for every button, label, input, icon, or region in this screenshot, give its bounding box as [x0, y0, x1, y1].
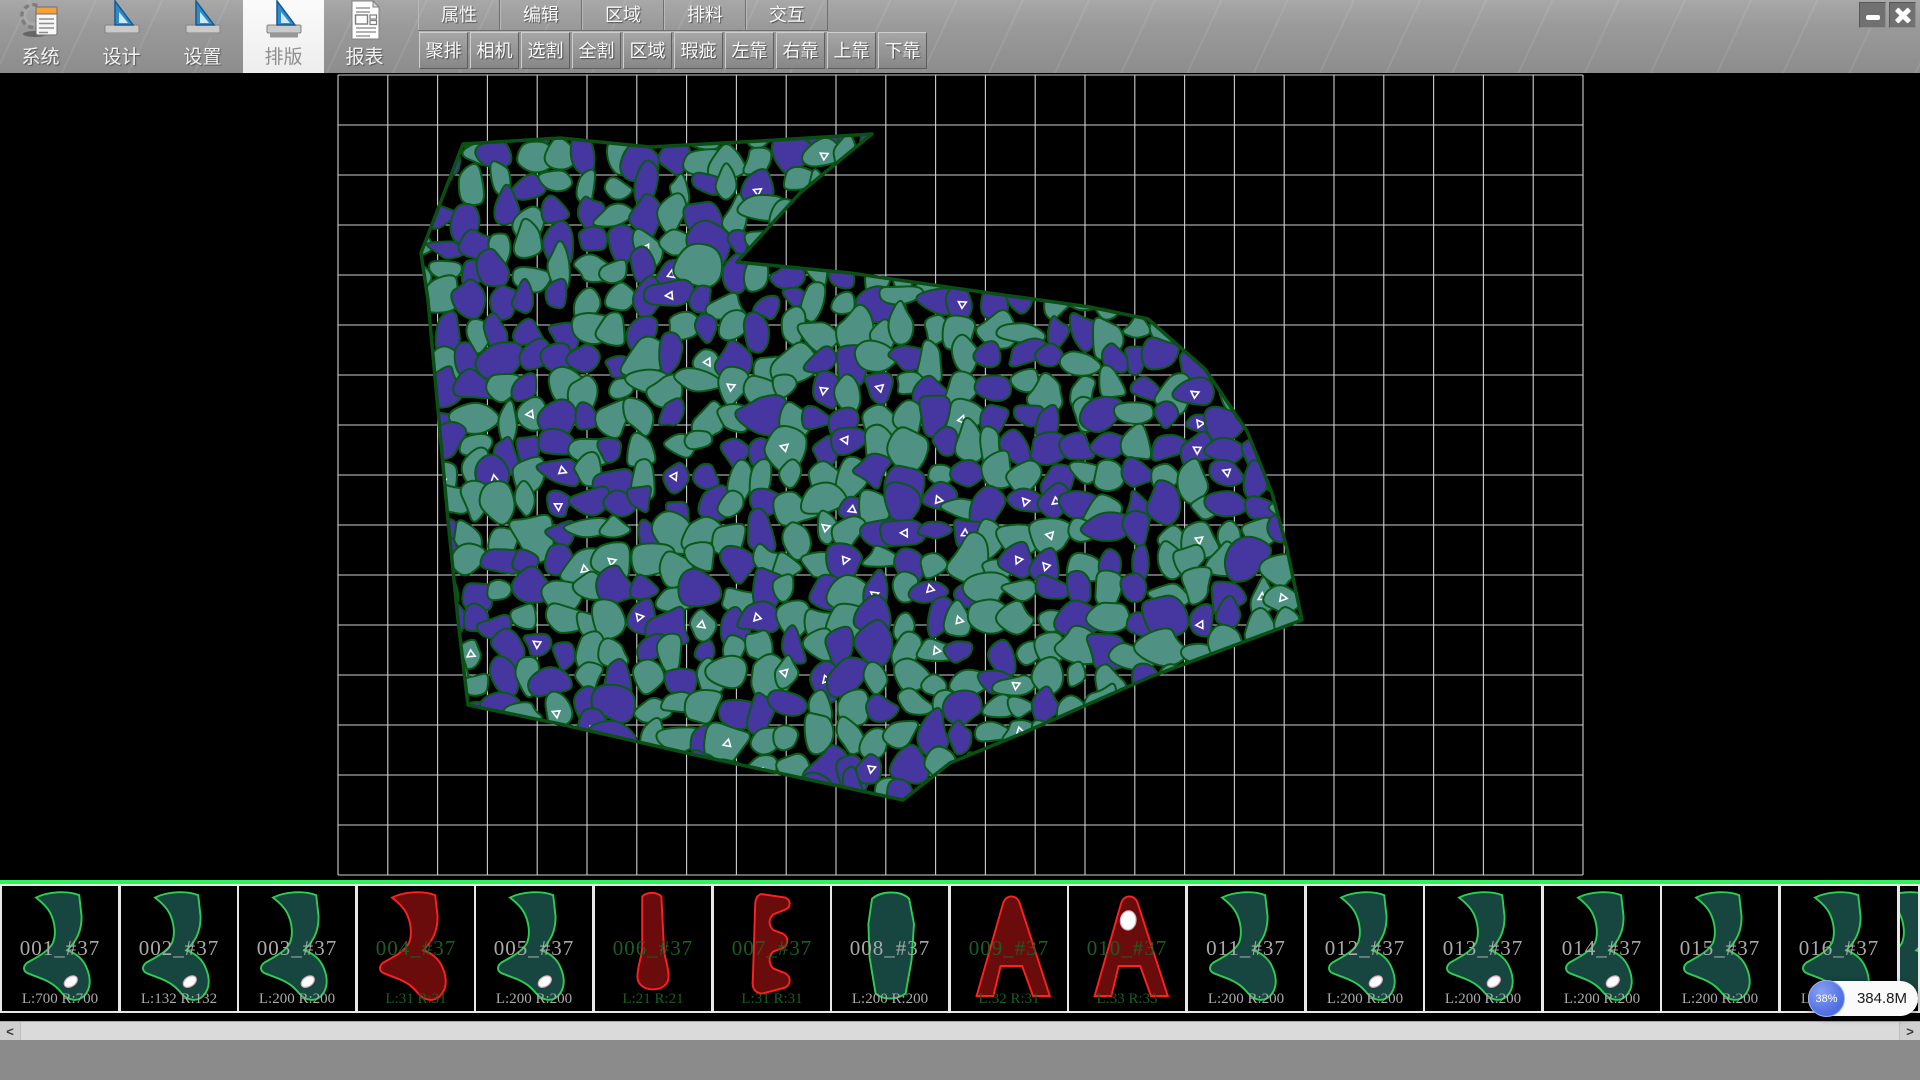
- progress-percent: 38%: [1808, 980, 1845, 1017]
- tab-design[interactable]: 设计: [81, 0, 162, 73]
- strip-top-border: [0, 880, 1920, 884]
- piece-lr-count: L:200 R:200: [1307, 991, 1423, 1008]
- menu-item-4[interactable]: 交互: [746, 0, 828, 30]
- system-icon: [19, 0, 63, 47]
- menu-bar: 属性编辑区域排料交互: [418, 0, 828, 31]
- piece-id-label: 007_#37: [714, 936, 830, 961]
- piece-thumbnail-15[interactable]: 015_#37 L:200 R:200: [1662, 886, 1778, 1011]
- piece-thumbnail-5[interactable]: 005_#37 L:200 R:200: [476, 886, 592, 1011]
- tool-button-6[interactable]: 左靠: [725, 32, 774, 69]
- piece-id-label: 010_#37: [1069, 936, 1185, 961]
- piece-id-label: 004_#37: [358, 936, 474, 961]
- application-window: 系统 设计: [0, 0, 1920, 1080]
- tab-label: 排版: [264, 47, 302, 69]
- piece-id-label: 015_#37: [1662, 936, 1778, 961]
- piece-id-label: 001_#37: [2, 936, 118, 961]
- window-bottom-bar: [0, 1040, 1920, 1080]
- piece-id-label: 014_#37: [1544, 936, 1660, 961]
- toolbar: 系统 设计: [0, 0, 1920, 73]
- piece-thumbnail-12[interactable]: 012_#37 L:200 R:200: [1307, 886, 1423, 1011]
- tool-button-3[interactable]: 全割: [572, 32, 621, 69]
- memory-value: 384.8M: [1857, 981, 1907, 1016]
- piece-id-label: 008_#37: [832, 936, 948, 961]
- piece-lr-count: L:200 R:200: [1662, 991, 1778, 1008]
- tab-system[interactable]: 系统: [0, 0, 81, 73]
- menu-item-0[interactable]: 属性: [418, 0, 500, 30]
- piece-lr-count: L:132 R:132: [121, 991, 237, 1008]
- piece-thumbnail-7[interactable]: 007_#37 L:31 R:31: [714, 886, 830, 1011]
- piece-thumbnail-9[interactable]: 009_#37 L:32 R:31: [951, 886, 1067, 1011]
- minimize-icon: [1866, 15, 1880, 20]
- piece-id-label: 012_#37: [1307, 936, 1423, 961]
- piece-id-label: 016_#37: [1781, 936, 1897, 961]
- piece-lr-count: L:200 R:200: [1544, 991, 1660, 1008]
- piece-id-label: 013_#37: [1425, 936, 1541, 961]
- nesting-icon: [262, 0, 306, 47]
- tab-settings[interactable]: 设置: [162, 0, 243, 73]
- piece-thumbnail-13[interactable]: 013_#37 L:200 R:200: [1425, 886, 1541, 1011]
- piece-thumbnail-6[interactable]: 006_#37 L:21 R:21: [595, 886, 711, 1011]
- report-icon: [343, 0, 387, 47]
- menu-item-3[interactable]: 排料: [664, 0, 746, 30]
- tool-button-8[interactable]: 上靠: [827, 32, 876, 69]
- horizontal-scrollbar[interactable]: < >: [0, 1021, 1920, 1040]
- piece-id-label: 002_#37: [121, 936, 237, 961]
- piece-lr-count: L:200 R:200: [832, 991, 948, 1008]
- piece-thumbnail-3[interactable]: 003_#37 L:200 R:200: [239, 886, 355, 1011]
- piece-lr-count: L:21 R:21: [595, 991, 711, 1008]
- progress-badge[interactable]: 38% 384.8M: [1808, 981, 1918, 1016]
- nest-layout-svg: [0, 73, 1920, 880]
- close-icon: [1894, 6, 1912, 24]
- piece-lr-count: L:200 R:200: [1188, 991, 1304, 1008]
- piece-lr-count: L:200 R:200: [1425, 991, 1541, 1008]
- scroll-left-button[interactable]: <: [0, 1022, 21, 1041]
- menu-item-2[interactable]: 区域: [582, 0, 664, 30]
- tab-label: 系统: [21, 47, 59, 69]
- piece-id-label: 003_#37: [239, 936, 355, 961]
- tab-label: 设计: [102, 47, 140, 69]
- piece-id-label: 006_#37: [595, 936, 711, 961]
- piece-id-label: 009_#37: [951, 936, 1067, 961]
- tool-button-2[interactable]: 选割: [521, 32, 570, 69]
- scroll-right-button[interactable]: >: [1899, 1022, 1920, 1041]
- piece-lr-count: L:32 R:31: [951, 991, 1067, 1008]
- design-icon: [100, 0, 144, 47]
- tool-button-0[interactable]: 聚排: [419, 32, 468, 69]
- piece-id-label: 005_#37: [476, 936, 592, 961]
- piece-thumbnail-8[interactable]: 008_#37 L:200 R:200: [832, 886, 948, 1011]
- piece-lr-count: L:200 R:200: [476, 991, 592, 1008]
- piece-thumbnail-4[interactable]: 004_#37 L:31 R:31: [358, 886, 474, 1011]
- settings-icon: [181, 0, 225, 47]
- tool-button-4[interactable]: 区域: [623, 32, 672, 69]
- piece-lr-count: L:700 R:700: [2, 991, 118, 1008]
- main-tab-bar: 系统 设计: [0, 0, 405, 73]
- piece-lr-count: L:200 R:200: [239, 991, 355, 1008]
- tab-label: 报表: [345, 47, 383, 69]
- piece-lr-count: L:31 R:31: [358, 991, 474, 1008]
- piece-thumbnail-1[interactable]: 001_#37 L:700 R:700: [2, 886, 118, 1011]
- minimize-button[interactable]: [1859, 2, 1886, 28]
- piece-id-label: 011_#37: [1188, 936, 1304, 961]
- piece-thumbnail-2[interactable]: 002_#37 L:132 R:132: [121, 886, 237, 1011]
- tab-label: 设置: [183, 47, 221, 69]
- tool-button-1[interactable]: 相机: [470, 32, 519, 69]
- tool-button-7[interactable]: 右靠: [776, 32, 825, 69]
- pieces-strip: 001_#37L:700 R:700002_#37L:132 R:132003_…: [0, 884, 1920, 1013]
- piece-lr-count: L:31 R:31: [714, 991, 830, 1008]
- menu-item-1[interactable]: 编辑: [500, 0, 582, 30]
- tool-button-row: 聚排相机选割全割区域瑕疵左靠右靠上靠下靠: [418, 31, 928, 71]
- piece-lr-count: L:33 R:33: [1069, 991, 1185, 1008]
- tab-nesting[interactable]: 排版: [243, 0, 324, 73]
- tab-report[interactable]: 报表: [324, 0, 405, 73]
- close-button[interactable]: [1889, 2, 1916, 28]
- nesting-canvas[interactable]: [0, 73, 1920, 880]
- tool-button-9[interactable]: 下靠: [878, 32, 927, 69]
- piece-thumbnail-14[interactable]: 014_#37 L:200 R:200: [1544, 886, 1660, 1011]
- piece-thumbnail-10[interactable]: 010_#37 L:33 R:33: [1069, 886, 1185, 1011]
- window-controls: [1859, 2, 1916, 28]
- tool-button-5[interactable]: 瑕疵: [674, 32, 723, 69]
- piece-thumbnail-11[interactable]: 011_#37 L:200 R:200: [1188, 886, 1304, 1011]
